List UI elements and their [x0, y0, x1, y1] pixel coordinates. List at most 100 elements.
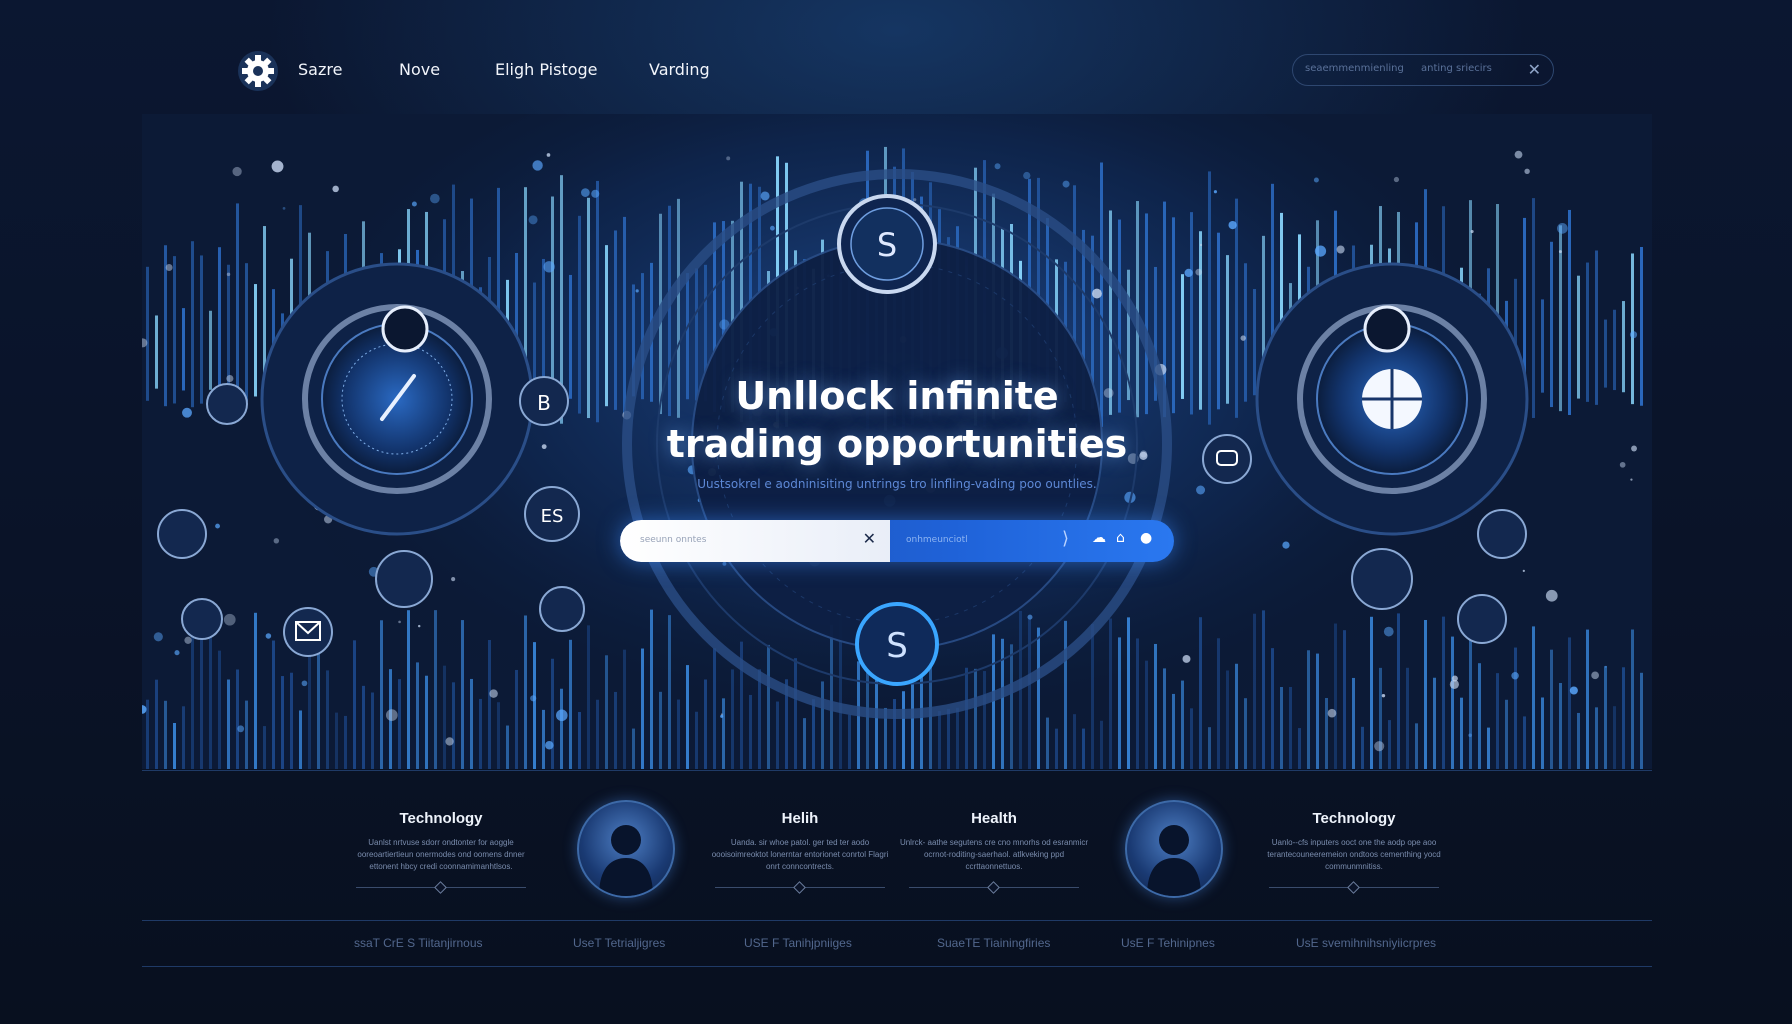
decor-dot [1557, 223, 1568, 234]
feature-title: Technology [1312, 810, 1396, 827]
equalizer-bar-bottom [749, 694, 752, 769]
feature-divider [1269, 887, 1439, 888]
footer-link[interactable]: UsE svemihnihsniyiicrpres [1296, 936, 1436, 950]
nav-link-sazre[interactable]: Sazre [298, 60, 342, 79]
equalizer-bar-bottom [569, 639, 572, 769]
chevron-right-icon[interactable]: ⟩ [1062, 528, 1069, 549]
nav-link-varding[interactable]: Varding [649, 60, 710, 79]
equalizer-bar-bottom [1388, 720, 1391, 769]
decor-dot [532, 160, 543, 171]
equalizer-bar-bottom [974, 668, 977, 769]
equalizer-bar-bottom [380, 620, 383, 769]
decor-dot [1282, 541, 1290, 549]
equalizer-bar-bottom [1631, 629, 1634, 769]
footer-link[interactable]: ssaT CrE S Tiitanjirnous [354, 936, 483, 950]
equalizer-bar-bottom [596, 699, 599, 769]
equalizer-bar-bottom [1397, 613, 1400, 769]
equalizer-bar-bottom [1280, 687, 1283, 769]
gear-logo-icon[interactable] [236, 49, 280, 93]
equalizer-bar-bottom [587, 625, 590, 769]
equalizer-bar-bottom [344, 715, 347, 769]
equalizer-bar-bottom [1343, 630, 1346, 769]
equalizer-bar-bottom [353, 640, 356, 769]
equalizer-bar-bottom [1172, 693, 1175, 769]
decor-dot [385, 709, 398, 721]
decor-dot [581, 188, 590, 197]
header-search-input[interactable]: seaemmenmienling anting sriecirs ✕ [1292, 54, 1554, 86]
decor-dot [1522, 569, 1525, 573]
feature-description: Unlrck- aathe segutens cre cno mnorhs od… [899, 838, 1089, 871]
clear-search-icon[interactable]: ✕ [863, 529, 876, 548]
equalizer-bar-bottom [1532, 626, 1535, 769]
decor-dot [528, 215, 538, 225]
svg-text:ES: ES [541, 506, 564, 527]
decor-dot [760, 191, 770, 201]
footer-link[interactable]: USE F Tanihjpniiges [744, 936, 852, 950]
equalizer-bar-bottom [1244, 698, 1247, 769]
equalizer-bar-bottom [1541, 697, 1544, 769]
equalizer-bar-bottom [713, 648, 716, 769]
equalizer-bar-bottom [497, 702, 500, 769]
equalizer-bar-bottom [1307, 650, 1310, 769]
decor-dot [1545, 589, 1558, 602]
equalizer-bar-bottom [812, 699, 815, 769]
feature-card[interactable]: Technology Uanlo--cfs inputers ooct one … [1259, 810, 1449, 888]
hero-headline: Unllock infinite trading opportunities [142, 372, 1652, 468]
footer-link[interactable]: UseT Tetrialjigres [573, 936, 665, 950]
equalizer-bar-bottom [398, 679, 401, 769]
equalizer-bar-bottom [479, 698, 482, 769]
decor-dot [1195, 268, 1203, 276]
decor-dot [265, 633, 272, 639]
decor-dot [1470, 229, 1474, 234]
equalizer-bar-bottom [821, 681, 824, 769]
equalizer-bar-bottom [1190, 708, 1193, 769]
equalizer-bar-bottom [641, 648, 644, 769]
decor-dot [1313, 177, 1319, 183]
decor-dot [153, 632, 163, 642]
equalizer-bar-bottom [686, 665, 689, 769]
equalizer-bar-bottom [668, 615, 671, 769]
header-search-hint: anting sriecirs [1421, 63, 1492, 74]
feature-card[interactable]: Technology Uanlst nrtvuse sdorr ondtonte… [346, 810, 536, 888]
decor-dot [1468, 733, 1472, 738]
building-icon[interactable]: ⌂ [1116, 530, 1125, 546]
equalizer-bar-bottom [1091, 624, 1094, 769]
equalizer-bar-bottom [1226, 670, 1229, 769]
equalizer-bar-bottom [542, 709, 545, 769]
decor-dot [635, 289, 639, 293]
footer-link[interactable]: SuaeTE Tiainingfiries [937, 936, 1050, 950]
equalizer-bar-bottom [173, 722, 176, 769]
nav-link-eligh-pistoge[interactable]: Eligh Pistoge [495, 60, 598, 79]
equalizer-bar-bottom [614, 691, 617, 769]
equalizer-bar-bottom [1370, 616, 1373, 769]
equalizer-bar-bottom [1010, 644, 1013, 769]
equalizer-bar-bottom [1181, 680, 1184, 769]
decor-dot [591, 189, 600, 198]
decor-dot [226, 272, 231, 277]
hero-search-input[interactable]: seeunn onntes ✕ [620, 520, 890, 562]
equalizer-bar-bottom [632, 728, 635, 769]
equalizer-bar-bottom [1136, 638, 1139, 769]
feature-card[interactable]: Health Unlrck- aathe segutens cre cno mn… [899, 810, 1089, 888]
avatar[interactable] [577, 800, 675, 898]
decor-dot [430, 193, 440, 204]
hero-search-bar[interactable]: seeunn onntes ✕ onhmeunciotl ⟩ ☁ ⌂ ● [620, 520, 1174, 562]
decor-dot [1591, 671, 1599, 680]
nav-link-nove[interactable]: Nove [399, 60, 440, 79]
equalizer-bar-bottom [776, 701, 779, 769]
decor-dot [1199, 243, 1203, 247]
footer-link[interactable]: UsE F Tehinipnes [1121, 936, 1215, 950]
equalizer-bar-bottom [1550, 649, 1553, 769]
cloud-icon[interactable]: ☁ [1092, 530, 1106, 546]
feature-card[interactable]: Helih Uanda. sir whoe patol. ger ted ter… [705, 810, 895, 888]
equalizer-bar-bottom [1604, 666, 1607, 769]
close-icon[interactable]: ✕ [1528, 60, 1541, 79]
equalizer-bar-bottom [623, 649, 626, 769]
equalizer-bar-bottom [1469, 639, 1472, 769]
equalizer-bar-bottom [416, 662, 419, 769]
user-icon[interactable]: ● [1140, 530, 1152, 546]
decor-dot [1092, 288, 1102, 299]
equalizer-bar-bottom [1478, 663, 1481, 769]
avatar[interactable] [1125, 800, 1223, 898]
equalizer-bar-bottom [407, 610, 410, 769]
